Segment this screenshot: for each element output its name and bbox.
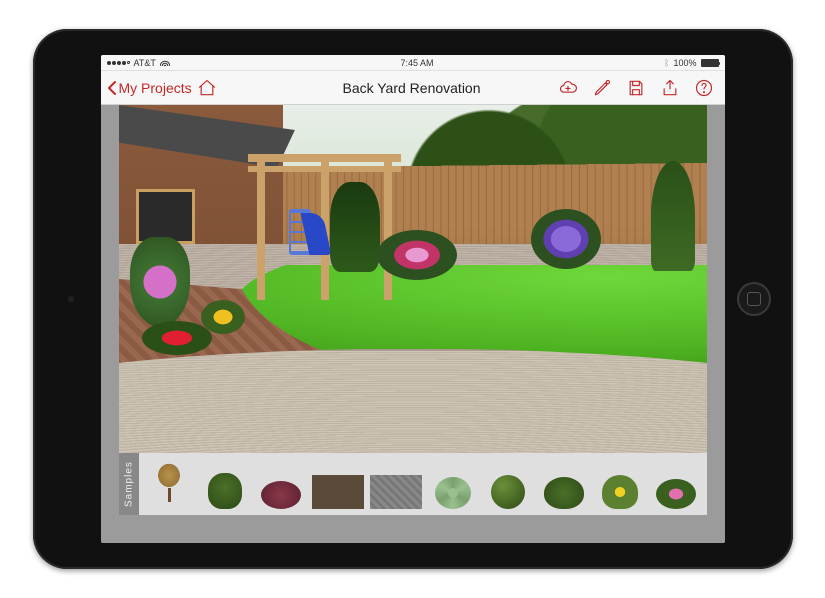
cloud-plus-icon	[558, 78, 578, 98]
help-icon	[694, 78, 714, 98]
canvas-area: Samples	[101, 105, 725, 543]
signal-strength-icon	[107, 61, 130, 65]
chevron-left-icon	[107, 80, 117, 96]
sample-conical-shrub-green[interactable]	[200, 459, 250, 509]
battery-percent-label: 100%	[673, 58, 696, 68]
share-icon	[660, 78, 680, 98]
pen-tool-button[interactable]	[591, 77, 613, 99]
sample-flowering-shrub-yellow[interactable]	[595, 459, 645, 509]
placed-plant-red-flowers[interactable]	[142, 321, 212, 355]
home-button-nav[interactable]	[196, 77, 218, 99]
sample-round-shrub-burgundy[interactable]	[256, 459, 306, 509]
status-bar: AT&T 7:45 AM ᛒ 100%	[101, 55, 725, 71]
bluetooth-icon: ᛒ	[664, 58, 669, 68]
add-cloud-button[interactable]	[557, 77, 579, 99]
sample-round-shrub-green[interactable]	[539, 459, 589, 509]
battery-icon	[701, 59, 719, 67]
placed-plant-yellow-shrub[interactable]	[201, 300, 245, 334]
sample-texture-paver-grey[interactable]	[370, 459, 422, 509]
back-label: My Projects	[119, 80, 192, 96]
pen-icon	[592, 78, 612, 98]
placed-plant-purple-flowers[interactable]	[531, 209, 601, 269]
share-button[interactable]	[659, 77, 681, 99]
samples-palette: Samples	[119, 453, 707, 515]
project-photo-canvas[interactable]	[119, 105, 707, 453]
playground-slide	[283, 209, 323, 259]
samples-tab-label[interactable]: Samples	[119, 453, 139, 515]
sample-small-deciduous-tree[interactable]	[145, 459, 195, 509]
sample-succulent-rosette[interactable]	[428, 459, 478, 509]
wifi-icon	[160, 59, 170, 66]
sample-flowering-shrub-pink[interactable]	[651, 459, 701, 509]
help-button[interactable]	[693, 77, 715, 99]
sample-texture-mulch-brown[interactable]	[312, 459, 364, 509]
home-button[interactable]	[737, 282, 771, 316]
ipad-frame: AT&T 7:45 AM ᛒ 100% My Projects	[33, 29, 793, 569]
sample-boxwood-ball[interactable]	[484, 459, 534, 509]
patio	[119, 349, 707, 453]
clock-label: 7:45 AM	[170, 58, 664, 68]
house-window	[136, 189, 195, 245]
carrier-label: AT&T	[134, 58, 156, 68]
front-camera	[67, 295, 75, 303]
project-title: Back Yard Renovation	[269, 80, 555, 96]
save-button[interactable]	[625, 77, 647, 99]
app-screen: AT&T 7:45 AM ᛒ 100% My Projects	[101, 55, 725, 543]
samples-row[interactable]	[139, 453, 707, 515]
navigation-bar: My Projects Back Yard Renovation	[101, 71, 725, 105]
house-icon	[197, 78, 217, 98]
placed-plant-clematis[interactable]	[130, 237, 190, 327]
back-button[interactable]: My Projects	[107, 80, 192, 96]
floppy-disk-icon	[626, 78, 646, 98]
placed-plant-cypress[interactable]	[651, 161, 695, 271]
placed-plant-conifer[interactable]	[330, 182, 380, 272]
